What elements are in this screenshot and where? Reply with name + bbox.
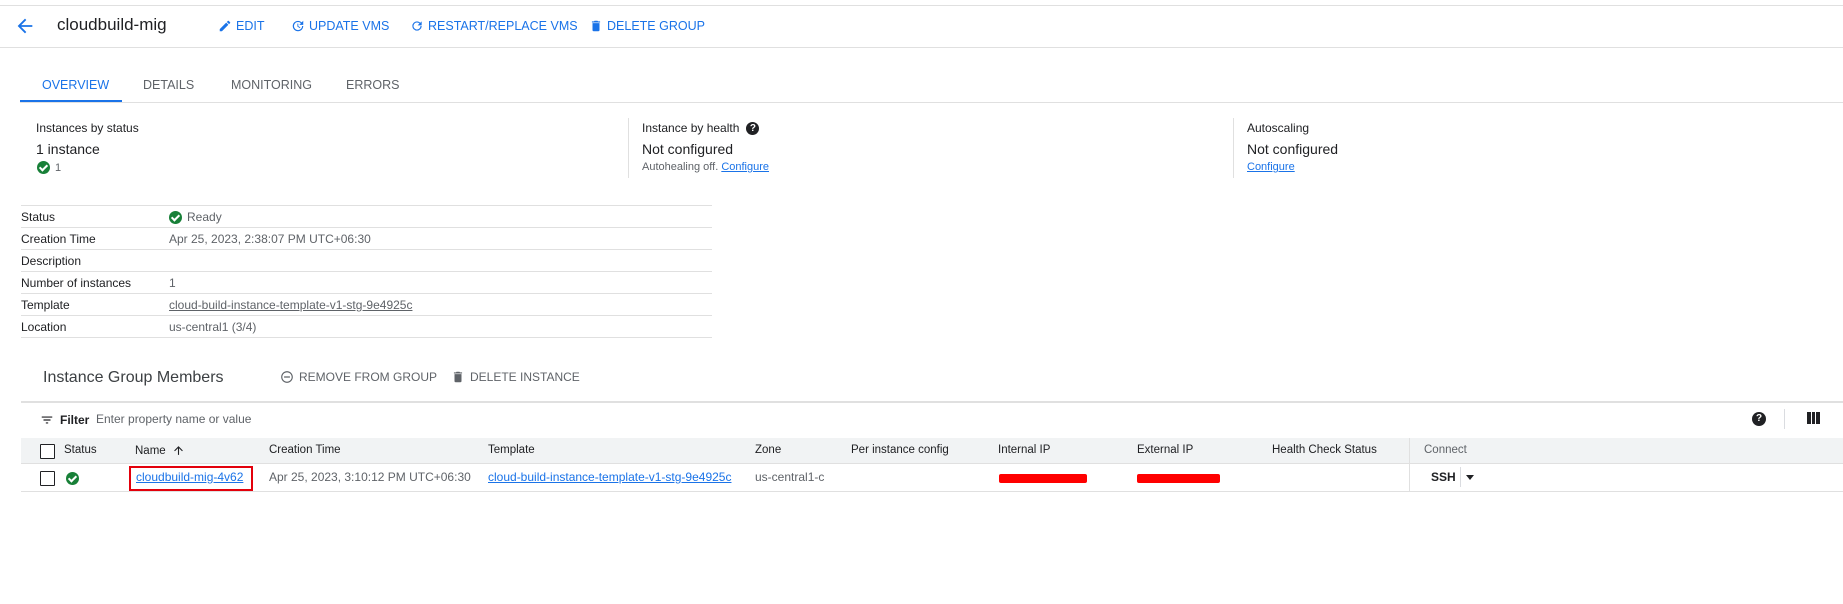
- delete-instance-button[interactable]: DELETE INSTANCE: [451, 370, 580, 384]
- remove-from-group-button[interactable]: REMOVE FROM GROUP: [280, 370, 437, 384]
- column-header-name-wrap[interactable]: Name: [135, 444, 185, 457]
- details-row-number-of-instances: Number of instances 1: [21, 272, 712, 294]
- card-divider: [1233, 118, 1234, 178]
- refresh-icon: [412, 21, 422, 31]
- top-divider: [0, 5, 1843, 6]
- edit-label: EDIT: [236, 19, 265, 33]
- configure-autoscaling-link[interactable]: Configure: [1247, 161, 1295, 173]
- details-key: Description: [21, 254, 82, 268]
- column-header-internal-ip[interactable]: Internal IP: [998, 444, 1050, 456]
- help-icon[interactable]: ?: [1752, 412, 1766, 426]
- configure-health-link[interactable]: Configure: [721, 161, 769, 173]
- details-row-location: Location us-central1 (3/4): [21, 316, 712, 338]
- status-ready-text: Ready: [187, 210, 222, 224]
- details-key: Location: [21, 320, 67, 334]
- column-header-template[interactable]: Template: [488, 444, 535, 456]
- details-key: Status: [21, 210, 56, 224]
- row-creation-time: Apr 25, 2023, 3:10:12 PM UTC+06:30: [269, 470, 471, 484]
- pencil-icon: [219, 20, 231, 32]
- ssh-divider: [1460, 467, 1461, 487]
- autohealing-note-row: Autohealing off. Configure: [642, 161, 769, 173]
- header-divider: [0, 47, 1843, 48]
- autohealing-note: Autohealing off.: [642, 161, 719, 173]
- details-table: Status Ready Creation Time Apr 25, 2023,…: [21, 205, 712, 338]
- instance-name-link[interactable]: cloudbuild-mig-4v62: [136, 470, 243, 484]
- details-value: us-central1 (3/4): [169, 320, 257, 334]
- details-key: Template: [21, 298, 70, 312]
- column-header-zone[interactable]: Zone: [755, 444, 781, 456]
- tab-errors[interactable]: ERRORS: [346, 78, 399, 92]
- filter-label: Filter: [60, 413, 90, 427]
- restart-replace-vms-label: RESTART/REPLACE VMS: [428, 19, 578, 33]
- row-checkbox[interactable]: [40, 471, 55, 486]
- filter-list-icon: [41, 416, 53, 424]
- instances-status-count: 1: [37, 161, 61, 174]
- details-value: Ready: [169, 210, 222, 224]
- details-row-creation-time: Creation Time Apr 25, 2023, 2:38:07 PM U…: [21, 228, 712, 250]
- tabs-divider: [20, 102, 1843, 103]
- details-value: 1: [169, 276, 176, 290]
- instance-by-health-heading: Instance by health: [642, 121, 740, 135]
- card-divider: [628, 118, 629, 178]
- external-ip-redacted: [1137, 474, 1220, 483]
- tab-overview[interactable]: OVERVIEW: [42, 78, 109, 92]
- details-key: Creation Time: [21, 232, 96, 246]
- check-circle-icon: [37, 161, 50, 174]
- row-zone: us-central1-c: [755, 470, 825, 484]
- column-header-external-ip[interactable]: External IP: [1137, 444, 1193, 456]
- column-header-per-instance-config[interactable]: Per instance config: [851, 444, 949, 456]
- ssh-dropdown-caret-icon[interactable]: [1466, 475, 1474, 480]
- delete-instance-label: DELETE INSTANCE: [470, 370, 580, 384]
- column-header-status[interactable]: Status: [64, 444, 97, 456]
- instance-by-health-value: Not configured: [642, 141, 734, 157]
- remove-from-group-label: REMOVE FROM GROUP: [299, 370, 438, 384]
- details-value: Apr 25, 2023, 2:38:07 PM UTC+06:30: [169, 232, 371, 246]
- edit-button[interactable]: EDIT: [218, 17, 264, 35]
- column-header-connect: Connect: [1424, 444, 1467, 456]
- autoscaling-value: Not configured: [1247, 141, 1339, 157]
- column-header-creation-time[interactable]: Creation Time: [269, 444, 341, 456]
- instances-by-status-heading: Instances by status: [36, 121, 139, 135]
- select-all-checkbox[interactable]: [40, 444, 55, 459]
- instances-status-count-value: 1: [55, 161, 62, 174]
- details-row-status: Status Ready: [21, 205, 712, 228]
- active-tab-indicator: [20, 100, 122, 102]
- update-vms-label: UPDATE VMS: [309, 19, 390, 33]
- details-key: Number of instances: [21, 276, 132, 290]
- ssh-button[interactable]: SSH: [1431, 470, 1456, 484]
- column-display-icon[interactable]: [1807, 412, 1821, 424]
- sort-arrow-up-icon: [173, 446, 183, 455]
- restart-replace-vms-button[interactable]: RESTART/REPLACE VMS: [410, 17, 578, 35]
- details-row-template: Template cloud-build-instance-template-v…: [21, 294, 712, 316]
- configure-autoscaling-link-row: Configure: [1247, 161, 1295, 173]
- check-circle-icon: [66, 472, 79, 485]
- instances-by-status-value: 1 instance: [36, 141, 100, 157]
- column-header-name: Name: [135, 444, 166, 457]
- autoscaling-heading: Autoscaling: [1247, 121, 1310, 135]
- toolbar-divider: [1784, 409, 1785, 429]
- members-section-title: Instance Group Members: [43, 369, 224, 386]
- help-icon[interactable]: ?: [746, 121, 760, 135]
- tab-monitoring[interactable]: MONITORING: [231, 78, 312, 92]
- back-arrow-icon[interactable]: [14, 15, 36, 37]
- column-header-health-check-status[interactable]: Health Check Status: [1272, 444, 1377, 456]
- check-circle-icon: [169, 210, 182, 224]
- filter-input[interactable]: [96, 410, 596, 428]
- internal-ip-redacted: [999, 474, 1087, 483]
- details-row-description: Description: [21, 250, 712, 272]
- filter-button[interactable]: Filter: [40, 413, 89, 427]
- trash-icon: [453, 371, 463, 383]
- template-link[interactable]: cloud-build-instance-template-v1-stg-9e4…: [169, 298, 412, 312]
- trash-icon: [591, 20, 601, 32]
- delete-group-button[interactable]: DELETE GROUP: [589, 17, 705, 35]
- instance-by-health-heading-row: Instance by health ?: [642, 121, 760, 135]
- remove-circle-icon: [281, 371, 293, 383]
- tab-details[interactable]: DETAILS: [143, 78, 194, 92]
- update-vms-button[interactable]: UPDATE VMS: [291, 17, 389, 35]
- row-template-link[interactable]: cloud-build-instance-template-v1-stg-9e4…: [488, 470, 731, 484]
- row-status: [66, 471, 79, 486]
- page-title: cloudbuild-mig: [57, 15, 167, 34]
- update-icon: [292, 20, 304, 32]
- delete-group-label: DELETE GROUP: [607, 19, 705, 33]
